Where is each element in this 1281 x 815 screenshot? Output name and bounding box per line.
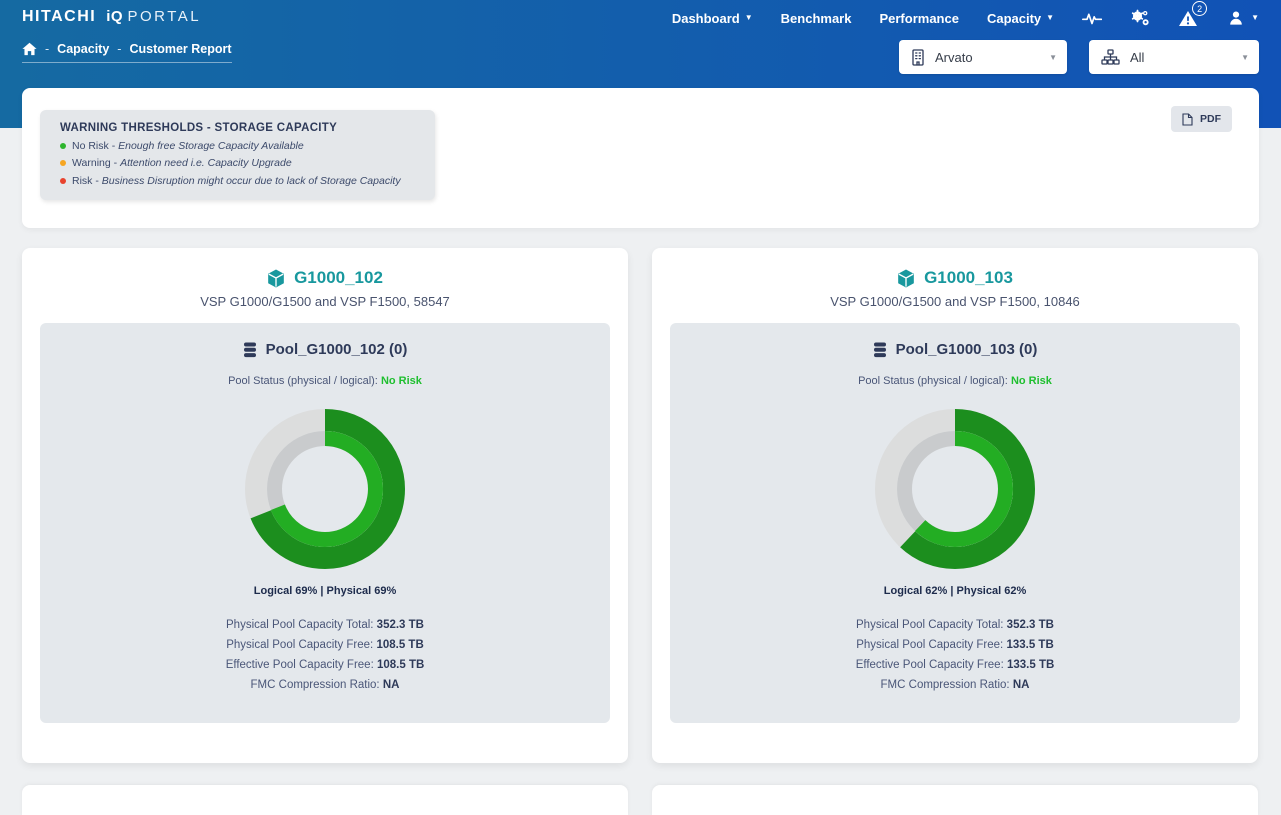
nav-capacity[interactable]: Capacity ▼ <box>987 11 1054 26</box>
pdf-export-button[interactable]: PDF <box>1171 106 1232 132</box>
capacity-donut-chart <box>245 409 405 569</box>
capacity-donut-chart <box>875 409 1035 569</box>
stat-row: Effective Pool Capacity Free: 133.5 TB <box>670 659 1240 679</box>
chevron-down-icon: ▼ <box>745 14 753 22</box>
customer-select[interactable]: Arvato ▼ <box>899 40 1067 74</box>
stat-row: Effective Pool Capacity Free: 108.5 TB <box>40 659 610 679</box>
home-icon[interactable] <box>22 42 37 56</box>
cube-icon <box>267 269 285 288</box>
top-nav: HITACHI iQ PORTAL Dashboard ▼ Benchmark … <box>0 0 1281 36</box>
stat-row: FMC Compression Ratio: NA <box>40 679 610 699</box>
card-title: G1000_102 <box>22 268 628 288</box>
pool-panel: Pool_G1000_103 (0) Pool Status (physical… <box>670 323 1240 723</box>
red-dot-icon <box>60 178 66 184</box>
alert-count-badge: 2 <box>1192 1 1207 16</box>
nav-benchmark[interactable]: Benchmark <box>781 11 852 26</box>
nav-dashboard[interactable]: Dashboard ▼ <box>672 11 753 26</box>
green-dot-icon <box>60 143 66 149</box>
chevron-down-icon: ▼ <box>1251 14 1259 22</box>
pool-status: Pool Status (physical / logical): No Ris… <box>670 375 1240 387</box>
stat-row: Physical Pool Capacity Free: 108.5 TB <box>40 639 610 659</box>
card-subtitle: VSP G1000/G1500 and VSP F1500, 10846 <box>652 294 1258 309</box>
legend-item-no-risk: No Risk - Enough free Storage Capacity A… <box>60 140 417 152</box>
cube-icon <box>897 269 915 288</box>
cogs-icon[interactable] <box>1130 8 1150 28</box>
sitemap-icon <box>1101 49 1120 65</box>
pool-stats: Physical Pool Capacity Total: 352.3 TB P… <box>40 619 610 699</box>
orange-dot-icon <box>60 160 66 166</box>
pdf-file-icon <box>1182 113 1193 126</box>
status-badge: No Risk <box>1011 375 1052 387</box>
pool-stats: Physical Pool Capacity Total: 352.3 TB P… <box>670 619 1240 699</box>
stat-row: Physical Pool Capacity Free: 133.5 TB <box>670 639 1240 659</box>
nav-performance[interactable]: Performance <box>879 11 958 26</box>
user-icon <box>1226 8 1246 28</box>
storage-card-g1000-102: G1000_102 VSP G1000/G1500 and VSP F1500,… <box>22 248 628 763</box>
hitachi-logo: HITACHI <box>22 8 96 26</box>
customer-select-value: Arvato <box>935 50 1049 65</box>
iq-portal-logo: iQ PORTAL <box>106 8 201 26</box>
chevron-down-icon: ▼ <box>1049 53 1057 62</box>
database-icon <box>873 342 887 358</box>
building-icon <box>911 49 925 66</box>
brand-logo: HITACHI iQ PORTAL <box>22 8 201 26</box>
chevron-down-icon: ▼ <box>1046 14 1054 22</box>
pool-title: Pool_G1000_103 (0) <box>670 341 1240 358</box>
card-title: G1000_103 <box>652 268 1258 288</box>
next-row-card <box>652 785 1258 815</box>
next-row-card <box>22 785 628 815</box>
stat-row: FMC Compression Ratio: NA <box>670 679 1240 699</box>
user-menu[interactable]: ▼ <box>1226 8 1259 28</box>
stat-row: Physical Pool Capacity Total: 352.3 TB <box>670 619 1240 639</box>
pool-status: Pool Status (physical / logical): No Ris… <box>40 375 610 387</box>
activity-icon[interactable] <box>1082 8 1102 28</box>
pool-panel: Pool_G1000_102 (0) Pool Status (physical… <box>40 323 610 723</box>
legend-title: WARNING THRESHOLDS - STORAGE CAPACITY <box>60 122 417 134</box>
scope-select[interactable]: All ▼ <box>1089 40 1259 74</box>
nav-links: Dashboard ▼ Benchmark Performance Capaci… <box>672 0 1259 36</box>
report-header-panel: WARNING THRESHOLDS - STORAGE CAPACITY No… <box>22 88 1259 228</box>
donut-label: Logical 62% | Physical 62% <box>670 585 1240 597</box>
stat-row: Physical Pool Capacity Total: 352.3 TB <box>40 619 610 639</box>
breadcrumb-customer-report[interactable]: Customer Report <box>129 42 231 56</box>
card-subtitle: VSP G1000/G1500 and VSP F1500, 58547 <box>22 294 628 309</box>
chevron-down-icon: ▼ <box>1241 53 1249 62</box>
storage-card-g1000-103: G1000_103 VSP G1000/G1500 and VSP F1500,… <box>652 248 1258 763</box>
database-icon <box>243 342 257 358</box>
donut-label: Logical 69% | Physical 69% <box>40 585 610 597</box>
warning-thresholds-legend: WARNING THRESHOLDS - STORAGE CAPACITY No… <box>40 110 435 200</box>
status-badge: No Risk <box>381 375 422 387</box>
breadcrumb-capacity[interactable]: Capacity <box>57 42 109 56</box>
pool-title: Pool_G1000_102 (0) <box>40 341 610 358</box>
legend-item-risk: Risk - Business Disruption might occur d… <box>60 175 417 187</box>
alerts-icon[interactable]: 2 <box>1178 8 1198 28</box>
breadcrumb: - Capacity - Customer Report <box>22 42 232 63</box>
legend-item-warning: Warning - Attention need i.e. Capacity U… <box>60 157 417 169</box>
scope-select-value: All <box>1130 50 1241 65</box>
